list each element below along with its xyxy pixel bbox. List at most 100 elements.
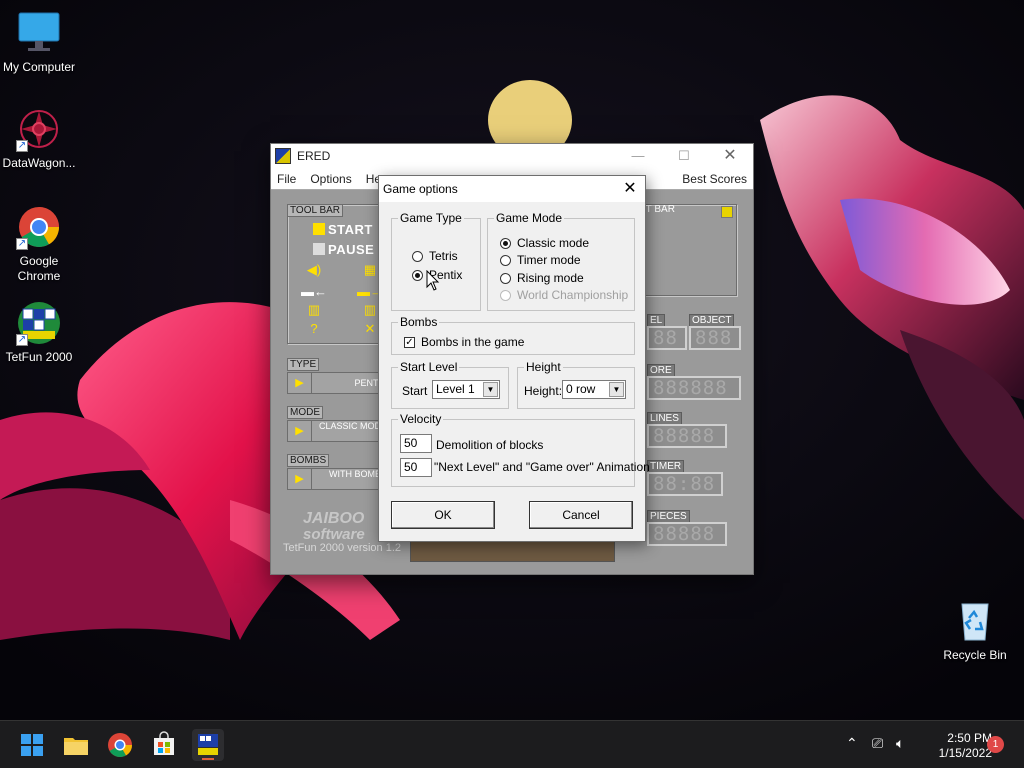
game-type-group: Game Type Tetris Pentix (391, 211, 481, 311)
desktop-icon-my-computer[interactable]: My Computer (0, 10, 78, 75)
play-icon: ▶ (288, 469, 312, 489)
type-value: PENTIX (354, 378, 387, 388)
radio-icon (500, 254, 511, 266)
start-level-select[interactable]: Level 1 ▼ (432, 380, 500, 399)
chevron-up-icon[interactable]: ⌃ (846, 735, 858, 752)
radio-timer-mode[interactable]: Timer mode (500, 253, 581, 267)
pause-label: PAUSE (328, 242, 375, 257)
mode-setting[interactable]: ▶ CLASSIC MODE (287, 420, 390, 442)
store-icon[interactable] (148, 729, 180, 761)
notification-badge[interactable]: 1 (987, 736, 1004, 753)
radio-label: World Championship (517, 288, 629, 302)
software-logo: software (303, 526, 365, 543)
game-mode-title: Game Mode (494, 211, 565, 225)
sound-icon[interactable]: ◀) (305, 262, 323, 278)
desktop-icon-label: TetFun 2000 (5, 350, 73, 364)
start-label: Start (402, 384, 428, 398)
object-display: 888 (689, 326, 741, 350)
load-icon[interactable]: ▬→ (357, 284, 383, 300)
radio-label: Tetris (429, 249, 458, 263)
stack-icon[interactable]: ▥ (305, 302, 323, 318)
version-text: TetFun 2000 version 1.2 (283, 542, 402, 554)
start-icon[interactable] (16, 729, 48, 761)
radio-label: Rising mode (517, 271, 584, 285)
radio-world-championship: World Championship (500, 288, 628, 302)
file-explorer-icon[interactable] (60, 729, 92, 761)
bombs-setting[interactable]: ▶ WITH BOMBS (287, 468, 390, 490)
desktop-icon-label: My Computer (2, 60, 76, 74)
window-titlebar[interactable]: ERED — ☐ ✕ (271, 144, 753, 168)
mode-value: CLASSIC MODE (318, 421, 387, 431)
radio-selected-icon (412, 269, 423, 281)
radio-icon (500, 272, 511, 284)
game-type-title: Game Type (398, 211, 464, 225)
shortcut-arrow-icon: ↗ (16, 334, 28, 346)
demolition-speed-input[interactable]: 50 (400, 434, 432, 453)
maximize-icon[interactable]: ☐ (661, 144, 707, 168)
checkmark-icon: ✓ (404, 336, 415, 348)
mode-label: MODE (287, 406, 323, 419)
bombs-value: WITH BOMBS (329, 469, 387, 479)
desktop-icon-tetfun-2000[interactable]: ↗ TetFun 2000 (0, 300, 78, 365)
desktop-icon-label: Google Chrome (17, 254, 61, 283)
menu-best-scores[interactable]: Best Scores (682, 172, 747, 186)
start-label: START (328, 222, 373, 237)
system-clock[interactable]: 2:50 PM 1/15/2022 (912, 731, 992, 761)
height-group: Height Height: 0 row ▼ (517, 360, 635, 409)
play-icon: ▶ (288, 421, 312, 441)
radio-rising-mode[interactable]: Rising mode (500, 271, 584, 285)
bombs-checkbox[interactable]: ✓ Bombs in the game (404, 335, 524, 349)
datawagon-icon: ↗ (16, 106, 62, 152)
height-value: 0 row (566, 382, 596, 396)
score-display: 888888 (647, 376, 741, 400)
demolition-label: Demolition of blocks (436, 438, 544, 452)
clock-date: 1/15/2022 (938, 746, 992, 760)
start-level-value: Level 1 (436, 382, 475, 396)
ok-button[interactable]: OK (391, 501, 495, 529)
volume-icon[interactable]: 🔈︎ (896, 735, 904, 752)
chevron-down-icon: ▼ (609, 382, 624, 397)
animation-label: "Next Level" and "Game over" Animation (434, 460, 650, 474)
play-icon: ▶ (288, 373, 312, 393)
exit-icon[interactable]: ✕ (361, 321, 379, 337)
play-icon (313, 223, 325, 235)
blocks-icon[interactable]: ▦ (361, 262, 379, 278)
close-icon[interactable]: ✕ (615, 176, 645, 202)
cancel-button[interactable]: Cancel (529, 501, 633, 529)
desktop-icon-recycle-bin[interactable]: Recycle Bin (936, 598, 1014, 663)
shortcut-arrow-icon: ↗ (16, 140, 28, 152)
shortcut-arrow-icon: ↗ (16, 238, 28, 250)
stack2-icon[interactable]: ▥ (361, 302, 379, 318)
collapse-icon[interactable] (721, 206, 733, 218)
mouse-cursor-icon (426, 270, 440, 291)
tetfun-icon: ↗ (16, 300, 62, 346)
network-icon[interactable]: ⎚ (872, 735, 883, 752)
recycle-bin-icon (952, 598, 998, 644)
desktop-icon-google-chrome[interactable]: ↗ Google Chrome (0, 204, 78, 284)
dialog-titlebar[interactable]: Game options ✕ (379, 176, 645, 202)
desktop-icon-datawagon[interactable]: ↗ DataWagon... (0, 106, 78, 171)
game-mode-group: Game Mode Classic mode Timer mode Rising… (487, 211, 635, 311)
radio-label: Timer mode (517, 253, 581, 267)
minimize-icon[interactable]: — (615, 144, 661, 168)
menu-file[interactable]: File (277, 172, 296, 186)
radio-tetris[interactable]: Tetris (412, 249, 458, 263)
close-icon[interactable]: ✕ (707, 144, 753, 168)
animation-speed-input[interactable]: 50 (400, 458, 432, 477)
radio-icon (412, 250, 423, 262)
radio-classic-mode[interactable]: Classic mode (500, 236, 589, 250)
type-setting[interactable]: ▶ PENTIX (287, 372, 390, 394)
clock-time: 2:50 PM (947, 731, 992, 745)
menu-options[interactable]: Options (310, 172, 351, 186)
start-button[interactable]: START (313, 222, 373, 237)
pieces-display: 88888 (647, 522, 727, 546)
help-icon[interactable]: ? (305, 321, 323, 337)
height-select[interactable]: 0 row ▼ (562, 380, 626, 399)
save-icon[interactable]: ▬← (301, 284, 327, 300)
bombs-label: BOMBS (287, 454, 330, 467)
chrome-icon[interactable] (104, 729, 136, 761)
chevron-down-icon: ▼ (483, 382, 498, 397)
start-level-title: Start Level (398, 360, 460, 374)
tetfun-icon[interactable] (192, 729, 224, 761)
pause-button[interactable]: PAUSE (313, 242, 374, 257)
